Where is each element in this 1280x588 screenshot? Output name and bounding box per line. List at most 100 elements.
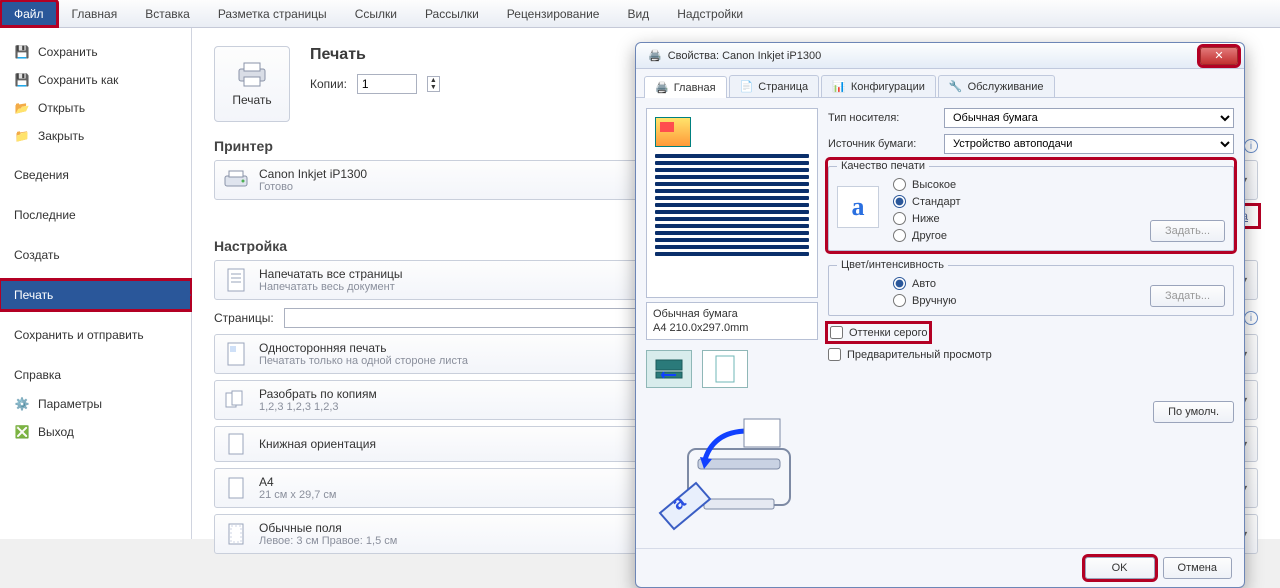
print-big-button-label: Печать bbox=[232, 93, 271, 107]
tab-page-icon: 📄 bbox=[740, 80, 754, 93]
backstage-close-label: Закрыть bbox=[38, 129, 84, 143]
one-sided-icon bbox=[223, 341, 249, 367]
setting-collate-t2: 1,2,3 1,2,3 1,2,3 bbox=[259, 401, 377, 413]
options-icon: ⚙️ bbox=[14, 396, 30, 412]
dialog-tab-service[interactable]: 🔧Обслуживание bbox=[938, 75, 1055, 97]
pages-label: Страницы: bbox=[214, 311, 274, 325]
dialog-footer: OK Отмена bbox=[636, 548, 1244, 587]
printer-status: Готово bbox=[259, 181, 367, 193]
tab-service-icon: 🔧 bbox=[949, 80, 963, 93]
info-icon[interactable]: i bbox=[1244, 311, 1258, 325]
dialog-title: 🖨️ Свойства: Canon Inkjet iP1300 bbox=[642, 49, 1200, 62]
backstage-save-label: Сохранить bbox=[38, 45, 98, 59]
color-auto[interactable]: Авто bbox=[893, 277, 956, 290]
setting-sides-t2: Печатать только на одной стороне листа bbox=[259, 355, 468, 367]
ribbon-tab-view[interactable]: Вид bbox=[613, 0, 663, 27]
quality-standard[interactable]: Стандарт bbox=[893, 195, 961, 208]
dialog-titlebar[interactable]: 🖨️ Свойства: Canon Inkjet iP1300 ✕ bbox=[636, 43, 1244, 69]
ribbon-tab-references[interactable]: Ссылки bbox=[341, 0, 411, 27]
quality-fieldset: Качество печати a Высокое Стандарт Ниже … bbox=[828, 160, 1234, 251]
thumb-page[interactable] bbox=[702, 350, 748, 388]
setting-paper-t1: A4 bbox=[259, 475, 337, 489]
tab-config-icon: 📊 bbox=[832, 80, 846, 93]
printer-illustration: a bbox=[646, 398, 818, 538]
copies-label: Копии: bbox=[310, 77, 347, 91]
orientation-icon bbox=[223, 431, 249, 457]
setting-margins-t2: Левое: 3 см Правое: 1,5 см bbox=[259, 535, 397, 547]
dialog-preview-col: Обычная бумага A4 210.0x297.0mm a bbox=[646, 108, 818, 538]
backstage-options[interactable]: ⚙️ Параметры bbox=[0, 390, 191, 418]
open-icon: 📂 bbox=[14, 100, 30, 116]
print-big-button[interactable]: Печать bbox=[214, 46, 290, 122]
setting-print-range-t2: Напечатать весь документ bbox=[259, 281, 403, 293]
color-set-button[interactable]: Задать... bbox=[1150, 285, 1225, 307]
source-select[interactable]: Устройство автоподачи bbox=[944, 134, 1234, 154]
source-label: Источник бумаги: bbox=[828, 138, 936, 150]
page-thumb-icon bbox=[714, 354, 736, 384]
ribbon-tab-mailings[interactable]: Рассылки bbox=[411, 0, 493, 27]
copies-input[interactable] bbox=[357, 74, 417, 94]
quality-other[interactable]: Другое bbox=[893, 229, 961, 242]
dialog-right-col: Тип носителя: Обычная бумага Источник бу… bbox=[828, 108, 1234, 538]
backstage-recent[interactable]: Последние bbox=[0, 200, 191, 230]
quality-low[interactable]: Ниже bbox=[893, 212, 961, 225]
quality-set-button[interactable]: Задать... bbox=[1150, 220, 1225, 242]
ribbon-tab-file[interactable]: Файл bbox=[0, 0, 58, 27]
preview-image-icon bbox=[655, 117, 691, 147]
printer-heading: Принтер bbox=[214, 138, 273, 154]
ribbon-tab-insert[interactable]: Вставка bbox=[131, 0, 204, 27]
backstage-new[interactable]: Создать bbox=[0, 240, 191, 270]
printer-name: Canon Inkjet iP1300 bbox=[259, 167, 367, 181]
backstage-exit[interactable]: ❎ Выход bbox=[0, 418, 191, 446]
close-icon: ✕ bbox=[1214, 49, 1223, 62]
backstage-save-as[interactable]: 💾 Сохранить как bbox=[0, 66, 191, 94]
quality-high[interactable]: Высокое bbox=[893, 178, 961, 191]
info-icon[interactable]: i bbox=[1244, 139, 1258, 153]
setting-margins-t1: Обычные поля bbox=[259, 521, 397, 535]
paper-size-icon bbox=[223, 475, 249, 501]
ribbon-tab-home[interactable]: Главная bbox=[58, 0, 132, 27]
backstage-save[interactable]: 💾 Сохранить bbox=[0, 38, 191, 66]
backstage-close[interactable]: 📁 Закрыть bbox=[0, 122, 191, 150]
margins-icon bbox=[223, 521, 249, 547]
save-as-icon: 💾 bbox=[14, 72, 30, 88]
media-label: Тип носителя: bbox=[828, 112, 936, 124]
backstage-open-label: Открыть bbox=[38, 101, 85, 115]
thumb-feeder[interactable] bbox=[646, 350, 692, 388]
dialog-close-button[interactable]: ✕ bbox=[1200, 47, 1238, 65]
media-select[interactable]: Обычная бумага bbox=[944, 108, 1234, 128]
feeder-icon bbox=[652, 356, 686, 382]
ribbon-tab-review[interactable]: Рецензирование bbox=[493, 0, 614, 27]
collate-icon bbox=[223, 387, 249, 413]
printer-tiny-icon: 🖨️ bbox=[648, 49, 662, 62]
preview-checkbox[interactable]: Предварительный просмотр bbox=[828, 348, 1234, 361]
setting-print-range-t1: Напечатать все страницы bbox=[259, 267, 403, 281]
defaults-button[interactable]: По умолч. bbox=[1153, 401, 1234, 423]
dialog-tab-config[interactable]: 📊Конфигурации bbox=[821, 75, 936, 97]
backstage-print[interactable]: Печать bbox=[0, 280, 191, 310]
backstage-options-label: Параметры bbox=[38, 397, 102, 411]
ribbon-tab-pagelayout[interactable]: Разметка страницы bbox=[204, 0, 341, 27]
backstage-nav: 💾 Сохранить 💾 Сохранить как 📂 Открыть 📁 … bbox=[0, 28, 192, 539]
spinner-icon[interactable]: ▲▼ bbox=[427, 76, 440, 92]
dialog-tabs: 🖨️Главная 📄Страница 📊Конфигурации 🔧Обслу… bbox=[636, 69, 1244, 98]
exit-icon: ❎ bbox=[14, 424, 30, 440]
quality-sample-icon: a bbox=[837, 186, 879, 228]
grayscale-checkbox[interactable]: Оттенки серого bbox=[830, 326, 927, 339]
dialog-tab-page[interactable]: 📄Страница bbox=[729, 75, 820, 97]
tab-main-icon: 🖨️ bbox=[655, 81, 669, 94]
backstage-info[interactable]: Сведения bbox=[0, 160, 191, 190]
dialog-tab-main[interactable]: 🖨️Главная bbox=[644, 76, 727, 98]
settings-heading: Настройка bbox=[214, 238, 287, 254]
backstage-help[interactable]: Справка bbox=[0, 360, 191, 390]
save-icon: 💾 bbox=[14, 44, 30, 60]
pages-icon bbox=[223, 267, 249, 293]
setting-collate-t1: Разобрать по копиям bbox=[259, 387, 377, 401]
backstage-share[interactable]: Сохранить и отправить bbox=[0, 320, 191, 350]
color-legend: Цвет/интенсивность bbox=[837, 259, 948, 271]
backstage-open[interactable]: 📂 Открыть bbox=[0, 94, 191, 122]
cancel-button[interactable]: Отмена bbox=[1163, 557, 1232, 579]
ok-button[interactable]: OK bbox=[1085, 557, 1155, 579]
ribbon-tab-addins[interactable]: Надстройки bbox=[663, 0, 757, 27]
color-manual[interactable]: Вручную bbox=[893, 294, 956, 307]
